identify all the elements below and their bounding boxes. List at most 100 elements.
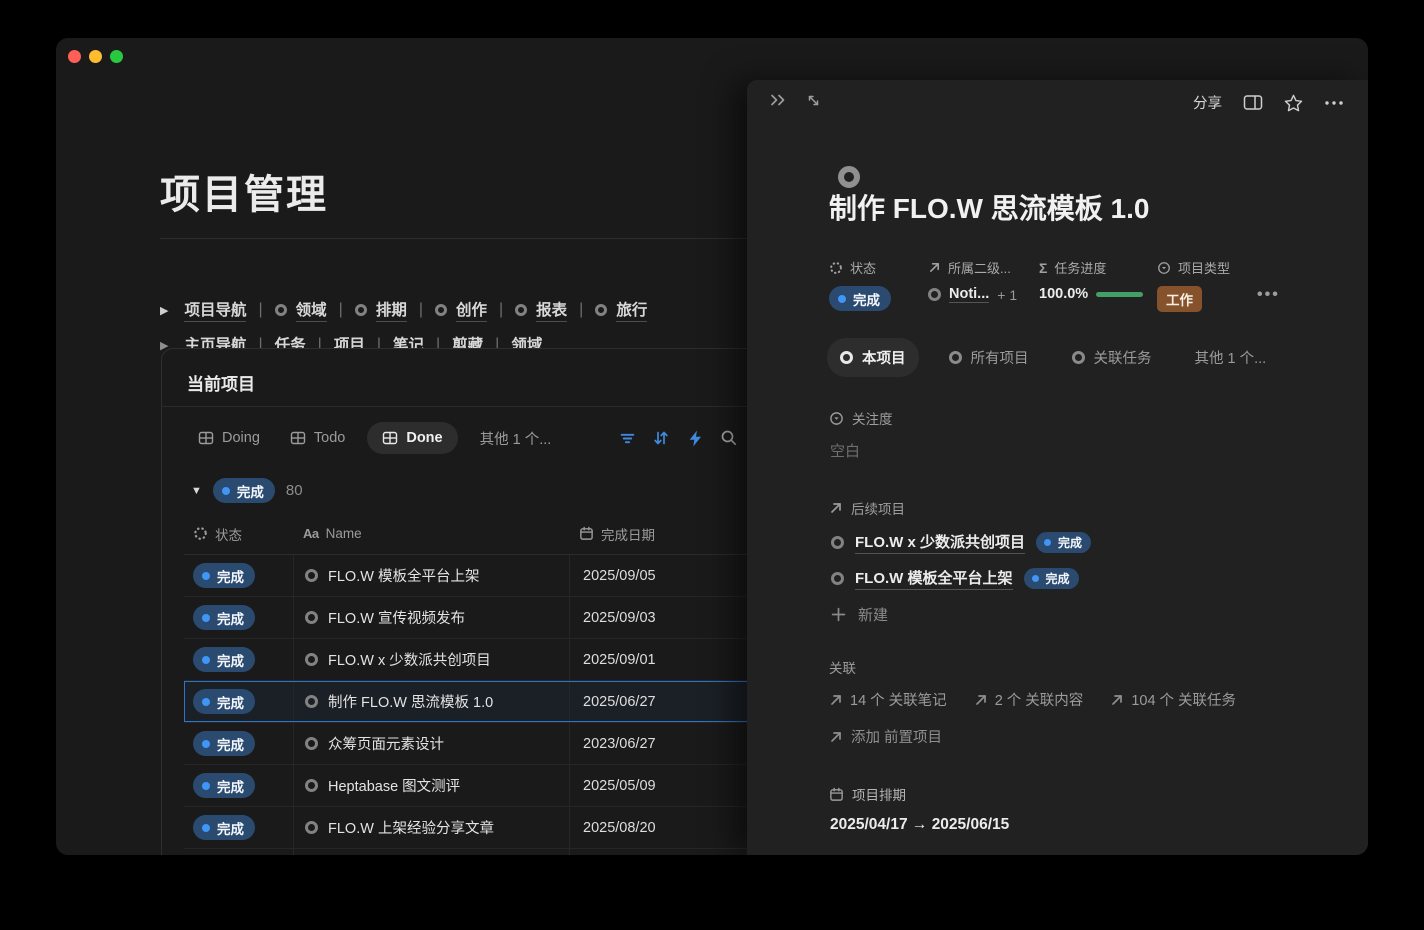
nav-row-projects: ▶ 项目导航 | 领域 | 排期 | 创作 | 报表 | 旅行 <box>160 298 647 322</box>
group-status-tag[interactable]: 完成 <box>213 478 275 503</box>
peek-tab-this-project[interactable]: 本项目 <box>827 338 919 377</box>
followup-page-link[interactable]: FLO.W 模板全平台上架 <box>855 567 1013 590</box>
minimize-window-button[interactable] <box>89 50 102 63</box>
add-predecessor-link[interactable]: 添加 前置项目 <box>829 726 942 747</box>
page-ring-icon <box>305 737 318 750</box>
relation-arrow-icon <box>829 501 843 515</box>
select-property-icon <box>1157 261 1171 275</box>
filter-icon[interactable] <box>617 428 637 448</box>
property-type-value[interactable]: 工作 <box>1157 286 1202 312</box>
project-name[interactable]: 制作 FLO.W 思流模板 1.0 <box>328 691 493 712</box>
add-new-followup-button[interactable]: 新建 <box>831 604 888 625</box>
table-view-icon <box>290 430 306 446</box>
side-peek-toggle-icon[interactable] <box>1243 94 1263 111</box>
related-content-link[interactable]: 2 个 关联内容 <box>974 689 1084 710</box>
relation-arrow-icon <box>974 693 988 707</box>
project-name[interactable]: Heptabase 图文测评 <box>328 775 460 796</box>
relation-arrow-icon <box>1110 693 1124 707</box>
property-progress: Σ 任务进度 100.0% <box>1039 258 1106 277</box>
expand-page-icon[interactable] <box>806 93 821 108</box>
page-ring-icon <box>595 304 607 316</box>
parent-page-link[interactable]: Noti... <box>949 286 989 303</box>
page-ring-icon <box>305 611 318 624</box>
status-tag: 完成 <box>193 731 255 756</box>
view-tab-todo[interactable]: Todo <box>290 430 345 446</box>
text-property-icon: Aa <box>303 526 319 541</box>
property-progress-value[interactable]: 100.0% <box>1039 286 1143 302</box>
nav-link-domain[interactable]: 领域 <box>275 298 327 322</box>
page-ring-icon <box>435 304 447 316</box>
group-count: 80 <box>286 482 303 499</box>
collapse-toggle-icon[interactable]: ▶ <box>160 304 168 317</box>
page-ring-icon <box>355 304 367 316</box>
property-status-label[interactable]: 状态 <box>829 258 876 277</box>
schedule-date-range[interactable]: 2025/04/17 → 2025/06/15 <box>830 816 1009 834</box>
peek-tab-all-projects[interactable]: 所有项目 <box>936 338 1042 377</box>
column-header-name[interactable]: Aa Name <box>294 526 570 541</box>
attention-value-blank[interactable]: 空白 <box>830 440 860 461</box>
nav-separator: | <box>339 301 343 319</box>
more-properties-icon[interactable]: ••• <box>1257 286 1280 304</box>
table-view-icon <box>382 430 398 446</box>
nav-separator: | <box>419 301 423 319</box>
page-ring-icon <box>305 653 318 666</box>
nav-link-project-nav[interactable]: 项目导航 <box>184 298 246 322</box>
followup-page-link[interactable]: FLO.W x 少数派共创项目 <box>855 531 1025 554</box>
property-parent-label[interactable]: 所属二级... <box>928 258 1011 277</box>
relation-arrow-icon <box>928 261 941 274</box>
close-peek-icon[interactable] <box>769 92 788 108</box>
parent-extra-count[interactable]: + 1 <box>997 287 1017 303</box>
project-name[interactable]: FLO.W x 少数派共创项目 <box>328 649 491 670</box>
relations-section-label: 关联 <box>829 657 856 677</box>
close-window-button[interactable] <box>68 50 81 63</box>
page-ring-icon <box>515 304 527 316</box>
related-notes-link[interactable]: 14 个 关联笔记 <box>829 689 947 710</box>
nav-link-travel[interactable]: 旅行 <box>595 298 647 322</box>
share-button[interactable]: 分享 <box>1193 92 1222 113</box>
property-progress-label[interactable]: Σ 任务进度 <box>1039 258 1106 277</box>
property-parent-value: Noti... + 1 <box>928 286 1017 303</box>
project-name[interactable]: FLO.W 上架经验分享文章 <box>328 817 494 838</box>
nav-link-schedule[interactable]: 排期 <box>355 298 407 322</box>
favorite-star-icon[interactable] <box>1284 94 1303 112</box>
select-property-icon <box>829 411 844 426</box>
project-name[interactable]: 众筹页面元素设计 <box>328 733 444 754</box>
peek-header-left <box>769 92 821 108</box>
property-status: 状态 完成 <box>829 258 876 277</box>
followup-item[interactable]: FLO.W x 少数派共创项目 完成 <box>831 531 1091 554</box>
view-tab-doing[interactable]: Doing <box>198 430 260 446</box>
nav-link-report[interactable]: 报表 <box>515 298 567 322</box>
plus-icon <box>831 607 846 622</box>
status-tag: 完成 <box>1036 532 1091 553</box>
peek-tab-others[interactable]: 其他 1 个... <box>1182 338 1280 377</box>
page-title: 项目管理 <box>160 162 328 220</box>
project-name[interactable]: FLO.W 宣传视频发布 <box>328 607 465 628</box>
peek-tab-related-tasks[interactable]: 关联任务 <box>1059 338 1165 377</box>
property-type-label[interactable]: 项目类型 <box>1157 258 1230 277</box>
view-tab-done[interactable]: Done <box>367 422 457 454</box>
view-tab-others[interactable]: 其他 1 个... <box>480 428 552 449</box>
project-name[interactable]: FLO.W 模板全平台上架 <box>328 565 479 586</box>
followup-projects-label[interactable]: 后续项目 <box>829 498 905 518</box>
zoom-window-button[interactable] <box>110 50 123 63</box>
peek-page-title[interactable]: 制作 FLO.W 思流模板 1.0 <box>829 187 1149 227</box>
peek-panel: 分享 制作 FLO.W 思流模板 1.0 状态 完成 <box>747 80 1368 855</box>
group-toggle-icon[interactable]: ▼ <box>191 485 202 497</box>
attention-property-label[interactable]: 关注度 <box>829 408 893 428</box>
sort-icon[interactable] <box>651 428 671 448</box>
peek-header-right: 分享 <box>1193 92 1344 113</box>
page-ring-icon <box>928 288 941 301</box>
page-ring-icon <box>305 821 318 834</box>
related-tasks-link[interactable]: 104 个 关联任务 <box>1110 689 1236 710</box>
column-header-status[interactable]: 状态 <box>184 524 294 544</box>
page-icon[interactable] <box>838 166 860 188</box>
nav-separator: | <box>258 301 262 319</box>
property-status-value[interactable]: 完成 <box>829 286 891 311</box>
automation-lightning-icon[interactable] <box>685 428 705 448</box>
search-icon[interactable] <box>719 428 739 448</box>
schedule-property-label[interactable]: 项目排期 <box>829 784 906 804</box>
more-options-icon[interactable] <box>1324 100 1344 106</box>
followup-item[interactable]: FLO.W 模板全平台上架 完成 <box>831 567 1079 590</box>
nav-link-create[interactable]: 创作 <box>435 298 487 322</box>
relation-links: 14 个 关联笔记 2 个 关联内容 104 个 关联任务 <box>829 689 1236 710</box>
